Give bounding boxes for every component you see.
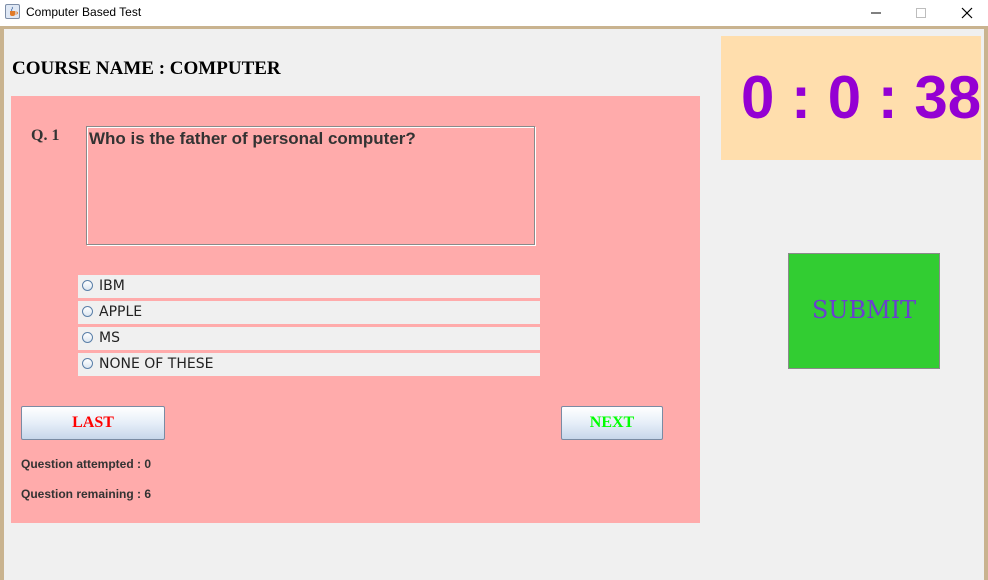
questions-remaining-label: Question remaining : 6: [21, 487, 152, 501]
option-ibm[interactable]: IBM: [78, 275, 540, 298]
close-button[interactable]: [944, 0, 988, 26]
radio-button-icon[interactable]: [82, 358, 93, 369]
option-label: APPLE: [99, 304, 143, 320]
last-button[interactable]: LAST: [21, 406, 165, 440]
option-label: MS: [99, 330, 120, 346]
minimize-button[interactable]: [853, 0, 899, 26]
window-frame-left: [0, 29, 4, 580]
question-text: Who is the father of personal computer?: [89, 129, 416, 148]
java-cup-icon: [5, 4, 20, 19]
option-label: NONE OF THESE: [99, 356, 214, 372]
window-frame-right: [984, 29, 988, 580]
option-apple[interactable]: APPLE: [78, 301, 540, 324]
maximize-button[interactable]: [898, 0, 944, 26]
option-none-of-these[interactable]: NONE OF THESE: [78, 353, 540, 376]
radio-button-icon[interactable]: [82, 332, 93, 343]
questions-attempted-label: Question attempted : 0: [21, 457, 152, 471]
course-title: COURSE NAME : COMPUTER: [12, 58, 281, 79]
question-number: Q. 1: [31, 127, 60, 144]
submit-button[interactable]: SUBMIT: [788, 253, 940, 369]
close-icon: [961, 7, 973, 19]
title-bar: Computer Based Test: [0, 0, 988, 29]
next-button[interactable]: NEXT: [561, 406, 663, 440]
window-title: Computer Based Test: [26, 5, 142, 19]
question-text-area[interactable]: Who is the father of personal computer?: [86, 126, 535, 245]
minimize-icon: [871, 12, 881, 14]
option-label: IBM: [99, 278, 125, 294]
radio-button-icon[interactable]: [82, 280, 93, 291]
option-ms[interactable]: MS: [78, 327, 540, 350]
timer-panel: 0 : 0 : 38: [721, 36, 981, 160]
question-panel: Q. 1 Who is the father of personal compu…: [11, 96, 700, 523]
countdown-timer: 0 : 0 : 38: [741, 64, 981, 131]
maximize-icon: [916, 8, 926, 18]
radio-button-icon[interactable]: [82, 306, 93, 317]
